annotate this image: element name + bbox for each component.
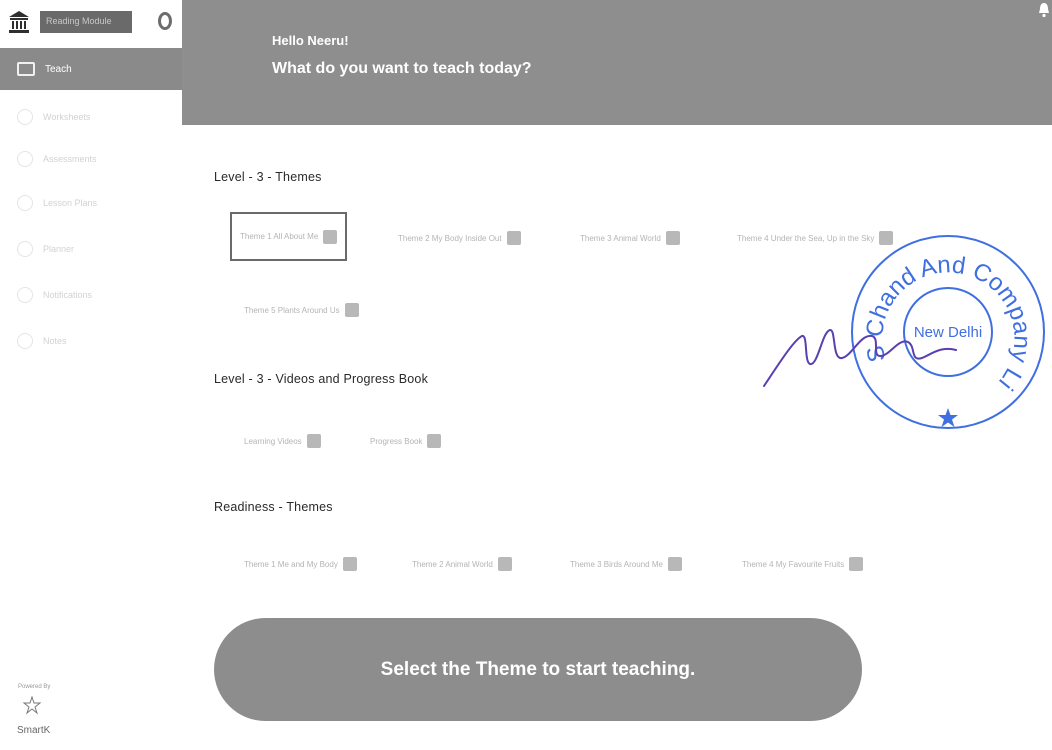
notes-icon xyxy=(17,333,33,349)
card-label: Learning Videos xyxy=(244,436,302,446)
section-title-readiness-themes: Readiness - Themes xyxy=(214,500,333,514)
sidebar-item-lesson-plans[interactable]: Lesson Plans xyxy=(0,182,182,224)
planner-icon xyxy=(17,241,33,257)
sidebar-item-planner[interactable]: Planner xyxy=(0,228,182,270)
sidebar-item-label: Assessments xyxy=(43,154,97,164)
sidebar: Reading Module Teach Worksheets Assessme… xyxy=(0,0,182,750)
sidebar-header: Reading Module xyxy=(0,0,182,46)
theme-label: Theme 1 All About Me xyxy=(240,232,319,241)
theme-thumbnail-icon xyxy=(344,303,359,317)
theme-thumbnail-icon xyxy=(849,557,864,571)
header-banner: Hello Neeru! What do you want to teach t… xyxy=(182,0,1052,125)
sidebar-item-label: Notes xyxy=(43,336,67,346)
theme-card[interactable]: Theme 1 All About Me xyxy=(230,212,348,261)
cta-text: Select the Theme to start teaching. xyxy=(380,658,696,680)
learning-videos-card[interactable]: Learning Videos xyxy=(244,427,321,455)
theme-card[interactable]: Theme 5 Plants Around Us xyxy=(244,296,359,324)
sidebar-item-notifications[interactable]: Notifications xyxy=(0,274,182,316)
theme-label: Theme 5 Plants Around Us xyxy=(244,305,340,315)
assessments-icon xyxy=(17,151,33,167)
brand-name: SmartK xyxy=(17,725,51,736)
theme-label: Theme 3 Animal World xyxy=(580,233,661,243)
progress-book-card[interactable]: Progress Book xyxy=(370,427,442,455)
theme-card[interactable]: Theme 3 Birds Around Me xyxy=(570,550,682,578)
lesson-plans-icon xyxy=(17,195,33,211)
theme-thumbnail-icon xyxy=(665,231,680,245)
theme-label: Theme 3 Birds Around Me xyxy=(570,559,663,569)
theme-card[interactable]: Theme 3 Animal World xyxy=(580,224,680,252)
theme-card[interactable]: Theme 2 Animal World xyxy=(412,550,512,578)
theme-label: Theme 1 Me and My Body xyxy=(244,559,338,569)
sidebar-item-teach[interactable]: Teach xyxy=(0,48,182,90)
theme-label: Theme 4 My Favourite Fruits xyxy=(742,559,845,569)
worksheets-icon xyxy=(17,109,33,125)
sidebar-item-assessments[interactable]: Assessments xyxy=(0,138,182,180)
video-thumbnail-icon xyxy=(306,434,321,448)
smartk-logo-icon xyxy=(22,696,42,715)
sidebar-item-notes[interactable]: Notes xyxy=(0,320,182,362)
sidebar-item-label: Planner xyxy=(43,244,75,254)
theme-card[interactable]: Theme 4 My Favourite Fruits xyxy=(742,550,864,578)
theme-thumbnail-icon xyxy=(497,557,512,571)
signature xyxy=(763,328,957,387)
theme-card[interactable]: Theme 1 Me and My Body xyxy=(244,550,357,578)
notifications-icon xyxy=(17,287,33,303)
card-label: Progress Book xyxy=(370,436,423,446)
greeting-text: Hello Neeru! xyxy=(272,33,349,48)
powered-by-label: Powered By xyxy=(18,684,51,690)
sidebar-item-label: Lesson Plans xyxy=(43,198,98,208)
app-name-label: Reading Module xyxy=(46,16,112,26)
app-name: Reading Module xyxy=(40,11,132,33)
sidebar-item-label: Worksheets xyxy=(43,112,91,122)
page-title: What do you want to teach today? xyxy=(272,60,532,77)
theme-card[interactable]: Theme 2 My Body Inside Out xyxy=(398,224,521,252)
theme-thumbnail-icon xyxy=(667,557,682,571)
theme-label: Theme 2 My Body Inside Out xyxy=(398,233,502,243)
sidebar-item-worksheets[interactable]: Worksheets xyxy=(0,96,182,138)
user-avatar-icon[interactable] xyxy=(158,12,172,30)
theme-label: Theme 2 Animal World xyxy=(412,559,493,569)
section-title-videos-progress: Level - 3 - Videos and Progress Book xyxy=(214,372,429,386)
select-theme-banner: Select the Theme to start teaching. xyxy=(214,618,862,721)
theme-thumbnail-icon xyxy=(342,557,357,571)
theme-thumbnail-icon xyxy=(323,229,338,244)
teach-icon xyxy=(17,62,35,76)
book-thumbnail-icon xyxy=(427,434,442,448)
section-title-level3-themes: Level - 3 - Themes xyxy=(214,170,322,184)
sidebar-item-label: Notifications xyxy=(43,290,93,300)
notification-bell-icon[interactable] xyxy=(1038,2,1050,18)
institution-icon xyxy=(9,11,29,33)
sidebar-item-label: Teach xyxy=(45,63,72,75)
theme-thumbnail-icon xyxy=(506,231,521,245)
